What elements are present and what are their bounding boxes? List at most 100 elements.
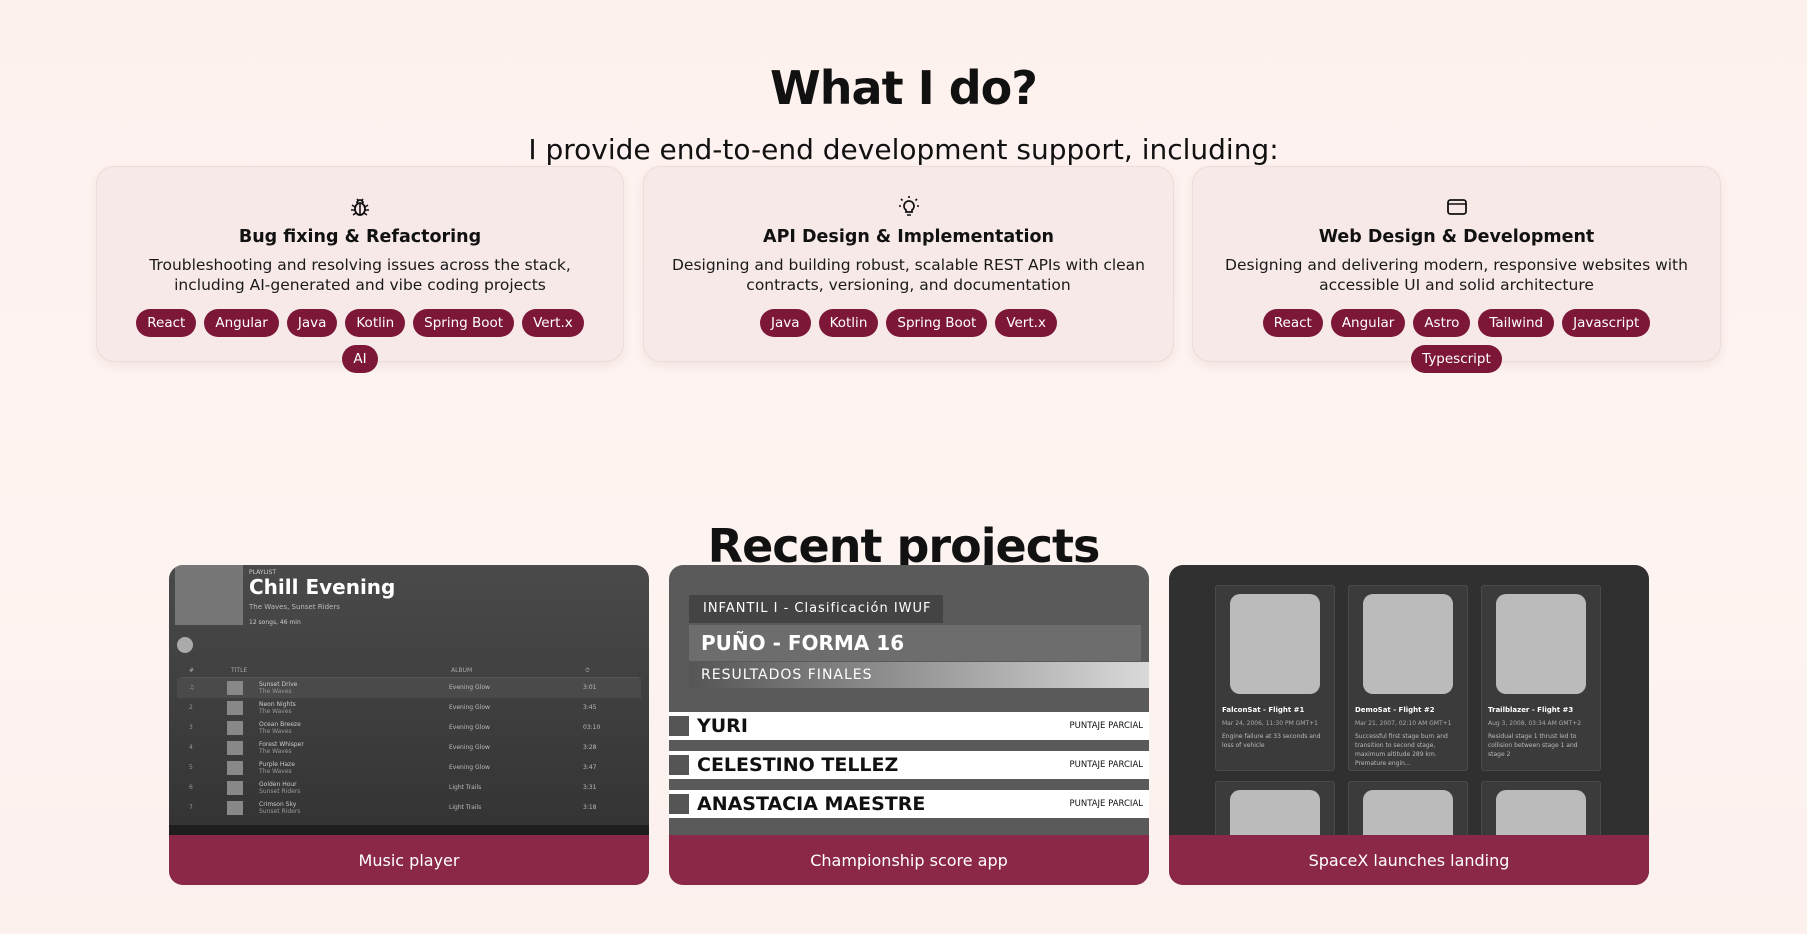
launch-description: Residual stage 1 thrust led to collision… [1488,733,1578,758]
service-description: Troubleshooting and resolving issues acr… [149,256,571,294]
track-title: Crimson Sky [259,801,297,808]
tag-list: React Angular Astro Tailwind Javascript … [1215,309,1698,373]
track-row: 2 Neon Nights The Waves Evening Glow 3:4… [177,698,641,718]
tag: Kotlin [345,309,406,337]
tag: Java [760,309,811,337]
service-card-web-design: Web Design & Development Designing and d… [1192,166,1721,373]
launch-card: Trailblazer - Flight #3 Aug 3, 2008, 03:… [1481,585,1601,771]
playlist-length: 12 songs, 46 min [249,619,301,626]
track-duration: 3:18 [583,804,597,811]
track-number: 3 [189,724,193,731]
launch-name: FalconSat - Flight #1 [1222,706,1305,714]
player-controls-bar [169,825,649,835]
track-album: Evening Glow [449,724,490,731]
project-label: Music player [169,835,649,885]
tag: Vert.x [995,309,1057,337]
track-thumb [227,761,243,775]
track-artist: Sunset Riders [259,808,301,815]
tag: React [1262,309,1323,337]
track-duration: 3:47 [583,764,597,771]
tag: Java [286,309,338,337]
track-title: Sunset Drive [259,681,298,688]
service-title: Web Design & Development [1318,227,1595,247]
track-artist: The Waves [259,768,292,775]
tag: Angular [1330,309,1406,337]
track-artist: The Waves [259,728,292,735]
track-title: Purple Haze [259,761,295,768]
track-thumb [227,741,243,755]
col-duration: ⏱ [585,667,590,674]
launch-date: Mar 24, 2006, 11:30 PM GMT+1 [1222,720,1318,727]
bug-icon [351,198,369,216]
col-number: # [189,667,195,674]
launch-card: FalconSat - Flight #1 Mar 24, 2006, 11:3… [1215,585,1335,771]
launch-name: DemoSat - Flight #2 [1355,706,1435,714]
playlist-title: Chill Evening [249,575,396,599]
track-row: 7 Crimson Sky Sunset Riders Light Trails… [177,798,641,818]
track-number: 7 [189,804,193,811]
launch-description: Successful first stage burn and transiti… [1355,733,1448,767]
tag: Javascript [1562,309,1651,337]
track-artist: Sunset Riders [259,788,301,795]
track-duration: 3:28 [583,744,597,751]
playlist-artists: The Waves, Sunset Riders [249,603,340,611]
stage-label: RESULTADOS FINALES [689,662,1149,688]
score-label: PUNTAJE PARCIAL [1069,721,1143,731]
tag: Astro [1413,309,1471,337]
launch-date: Aug 3, 2008, 03:34 AM GMT+2 [1488,720,1582,727]
track-number: 5 [189,764,193,771]
tag-list: Java Kotlin Spring Boot Vert.x [666,309,1151,337]
rank-marker [669,755,689,775]
athlete-name: CELESTINO TELLEZ [697,754,899,776]
track-row: 4 Forest Whisper The Waves Evening Glow … [177,738,641,758]
result-row: YURI PUNTAJE PARCIAL [669,712,1149,740]
service-title: API Design & Implementation [763,227,1054,247]
tag: React [136,309,197,337]
project-card-music-player[interactable]: PLAYLIST Chill Evening The Waves, Sunset… [169,565,649,885]
tag-list: React Angular Java Kotlin Spring Boot Ve… [119,309,601,373]
section-title-what-i-do: What I do? [770,60,1038,115]
track-album: Evening Glow [449,744,490,751]
athlete-name: ANASTACIA MAESTRE [697,793,926,815]
rank-marker [669,794,689,814]
track-title: Forest Whisper [259,741,304,748]
tag: Angular [204,309,279,337]
col-album: ALBUM [451,667,473,674]
project-card-championship[interactable]: INFANTIL I - Clasificación IWUF PUÑO - F… [669,565,1149,885]
col-title: TITLE [231,667,248,674]
track-duration: 3:01 [583,684,597,691]
service-description: Designing and delivering modern, respons… [1225,256,1688,294]
track-artist: The Waves [259,748,292,755]
lightbulb-icon [898,196,919,216]
track-table-header: # TITLE ALBUM ⏱ [181,667,639,678]
score-label: PUNTAJE PARCIAL [1069,799,1143,809]
mission-patch-image [1230,594,1320,694]
result-row: CELESTINO TELLEZ PUNTAJE PARCIAL [669,751,1149,779]
rank-marker [669,716,689,736]
tag: Tailwind [1478,309,1555,337]
track-album: Light Trails [449,804,482,811]
track-title: Ocean Breeze [259,721,301,728]
track-artist: The Waves [259,688,292,695]
tag: Vert.x [522,309,584,337]
tag: Typescript [1411,345,1502,373]
track-duration: 3:31 [583,784,597,791]
project-label: SpaceX launches landing [1169,835,1649,885]
track-title: Neon Nights [259,701,296,708]
track-row: 6 Golden Hour Sunset Riders Light Trails… [177,778,641,798]
track-title: Golden Hour [259,781,297,788]
project-card-spacex[interactable]: FalconSat - Flight #1 Mar 24, 2006, 11:3… [1169,565,1649,885]
track-row: 5 Purple Haze The Waves Evening Glow 3:4… [177,758,641,778]
track-number: 2 [189,704,193,711]
service-card-bug-fixing: Bug fixing & Refactoring Troubleshooting… [96,166,624,373]
tag: AI [342,345,378,373]
track-album: Evening Glow [449,684,490,691]
project-label: Championship score app [669,835,1149,885]
mission-patch-image [1363,594,1453,694]
tag: Kotlin [818,309,879,337]
track-duration: 3:45 [583,704,597,711]
tag: Spring Boot [886,309,988,337]
track-number: 6 [189,784,193,791]
track-number: ♫ [189,684,195,691]
result-row: ANASTACIA MAESTRE PUNTAJE PARCIAL [669,790,1149,818]
